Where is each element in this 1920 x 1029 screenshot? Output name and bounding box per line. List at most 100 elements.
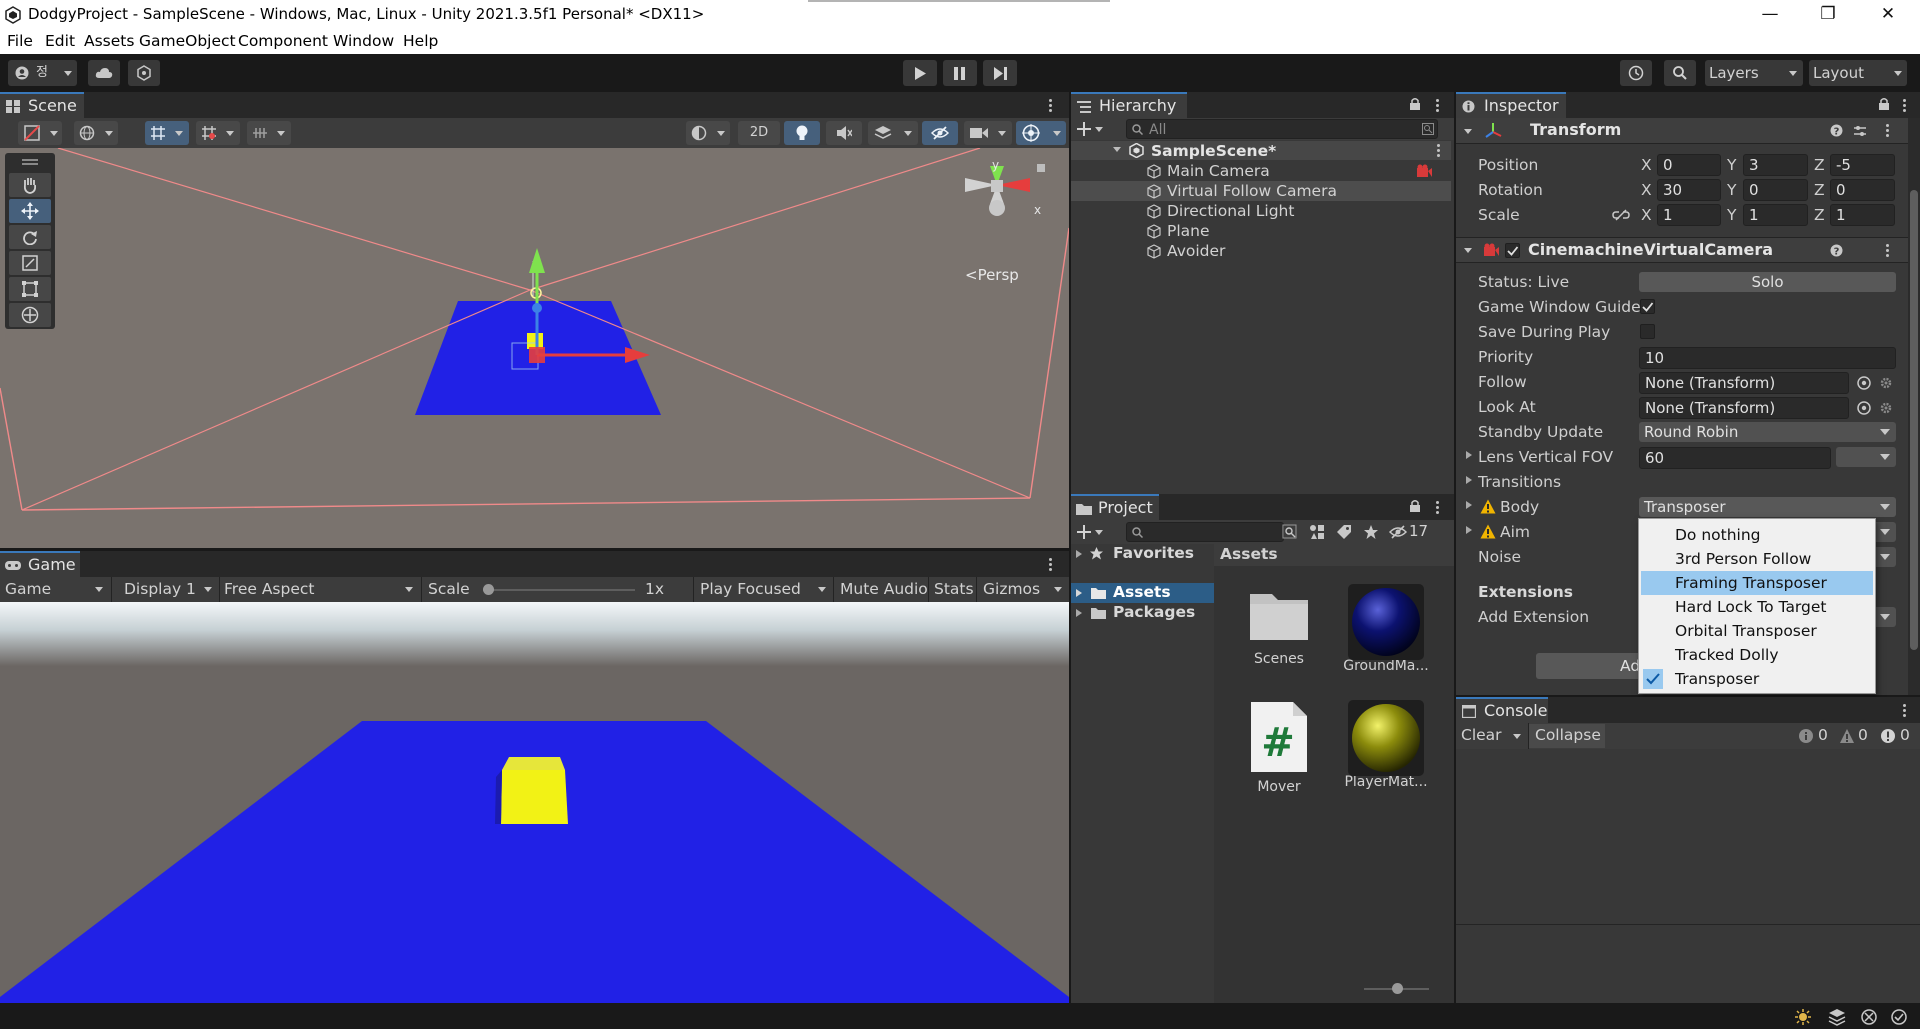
position-x-field[interactable]: 0 <box>1657 154 1721 176</box>
account-dropdown[interactable]: 정 <box>8 60 77 86</box>
lock-icon[interactable] <box>1878 97 1890 111</box>
hierarchy-menu-kebab-icon[interactable] <box>1436 97 1440 114</box>
minimize-button[interactable]: — <box>1742 0 1798 30</box>
rect-tool[interactable] <box>9 277 51 301</box>
menu-gameobject[interactable]: GameObject <box>139 32 236 50</box>
collab-status-icon[interactable] <box>1890 1008 1908 1026</box>
collab-button[interactable] <box>128 60 160 86</box>
constrain-proportions-icon[interactable] <box>1612 208 1630 222</box>
game-menu-kebab-icon[interactable] <box>1049 556 1053 573</box>
transform-tool[interactable] <box>9 303 51 327</box>
play-button[interactable] <box>903 60 937 86</box>
transform-header[interactable]: Transform ? <box>1456 118 1908 144</box>
layout-dropdown[interactable]: Layout <box>1809 60 1907 86</box>
filter-by-label-icon[interactable] <box>1336 524 1352 540</box>
plus-icon[interactable] <box>1077 122 1091 136</box>
console-log-area[interactable] <box>1456 749 1920 1003</box>
hierarchy-item-plane[interactable]: Plane <box>1071 221 1451 241</box>
lighting-status-icon[interactable] <box>1794 1008 1812 1026</box>
hand-tool[interactable] <box>9 173 51 197</box>
lens-preset-dropdown[interactable] <box>1836 447 1896 467</box>
asset-item-playermat[interactable]: PlayerMat... <box>1336 700 1436 790</box>
layers-dropdown[interactable]: Layers <box>1705 60 1803 86</box>
scale-z-field[interactable]: 1 <box>1830 204 1895 226</box>
lens-fov-field[interactable]: 60 <box>1639 447 1831 469</box>
standby-update-dropdown[interactable]: Round Robin <box>1639 422 1896 442</box>
tab-hierarchy[interactable]: Hierarchy <box>1071 92 1187 118</box>
rotate-tool[interactable] <box>9 225 51 249</box>
body-option[interactable]: Tracked Dolly <box>1641 643 1873 667</box>
hierarchy-search[interactable]: All <box>1126 119 1438 139</box>
scene-menu-kebab-icon[interactable] <box>1049 97 1053 114</box>
plus-icon[interactable] <box>1077 525 1091 539</box>
cloud-button[interactable] <box>88 60 120 86</box>
game-view-dropdown[interactable]: Game <box>0 577 110 602</box>
rotation-z-field[interactable]: 0 <box>1830 179 1895 201</box>
menu-help[interactable]: Help <box>403 32 438 50</box>
asset-item-mover[interactable]: # Mover <box>1229 700 1329 795</box>
preset-icon[interactable] <box>1853 124 1867 138</box>
tree-item-assets[interactable]: Assets <box>1071 583 1214 603</box>
project-search[interactable] <box>1126 522 1284 542</box>
close-button[interactable]: ✕ <box>1860 0 1916 30</box>
priority-field[interactable]: 10 <box>1639 347 1896 369</box>
favorites-row[interactable]: Favorites <box>1071 544 1214 564</box>
scene-visibility-toggle[interactable] <box>922 121 958 145</box>
lighting-toggle[interactable] <box>784 121 820 145</box>
search-hierarchy-icon[interactable] <box>1282 524 1298 540</box>
hierarchy-item-avoider[interactable]: Avoider <box>1071 241 1451 261</box>
tab-inspector[interactable]: Inspector <box>1456 92 1566 118</box>
asset-item-groundmat[interactable]: GroundMa... <box>1336 584 1436 674</box>
body-dropdown[interactable]: Transposer <box>1639 497 1896 517</box>
console-split-divider[interactable] <box>1456 924 1920 925</box>
solo-button[interactable]: Solo <box>1639 272 1896 292</box>
scale-x-field[interactable]: 1 <box>1657 204 1721 226</box>
body-option[interactable]: Orbital Transposer <box>1641 619 1873 643</box>
render-mode-dropdown[interactable] <box>686 121 730 145</box>
hierarchy-item-virtual-follow-camera[interactable]: Virtual Follow Camera <box>1071 181 1451 201</box>
scene-row-kebab-icon[interactable] <box>1437 142 1441 159</box>
gear-icon[interactable] <box>1879 376 1893 390</box>
lock-icon[interactable] <box>1409 499 1421 513</box>
tab-scene[interactable]: Scene <box>0 92 84 118</box>
breadcrumb[interactable]: Assets <box>1220 545 1278 563</box>
scale-slider-track[interactable] <box>483 584 635 595</box>
guides-checkbox[interactable] <box>1640 299 1655 314</box>
audio-toggle[interactable] <box>826 121 862 145</box>
scale-y-field[interactable]: 1 <box>1743 204 1808 226</box>
game-viewport[interactable] <box>0 602 1069 1003</box>
collapsed-arrow-icon[interactable] <box>1466 476 1472 484</box>
debug-mode-icon[interactable] <box>1860 1008 1878 1026</box>
console-menu-kebab-icon[interactable] <box>1903 702 1907 719</box>
body-option[interactable]: 3rd Person Follow <box>1641 547 1873 571</box>
gear-icon[interactable] <box>1879 401 1893 415</box>
inspector-menu-kebab-icon[interactable] <box>1903 97 1907 114</box>
menu-assets[interactable]: Assets <box>84 32 134 50</box>
project-menu-kebab-icon[interactable] <box>1436 499 1440 516</box>
collapsed-arrow-icon[interactable] <box>1466 501 1472 509</box>
body-option[interactable]: Do nothing <box>1641 523 1873 547</box>
lock-icon[interactable] <box>1409 97 1421 111</box>
body-option-highlighted[interactable]: Framing Transposer <box>1641 571 1873 595</box>
log-info-icon[interactable] <box>1798 728 1814 744</box>
follow-field[interactable]: None (Transform) <box>1639 372 1849 394</box>
hidden-packages-eye-icon[interactable] <box>1389 525 1407 539</box>
stats-toggle[interactable]: Stats <box>934 577 974 602</box>
align-dropdown[interactable] <box>247 121 291 145</box>
toggle-2d-button[interactable]: 2D <box>738 121 780 145</box>
scene-viewport[interactable]: y x <Persp <box>0 148 1069 548</box>
search-filter-icon[interactable] <box>1422 123 1434 135</box>
gizmos-dropdown[interactable] <box>1016 121 1066 145</box>
object-picker-icon[interactable] <box>1857 401 1871 415</box>
hierarchy-scene-row[interactable]: SampleScene* <box>1071 141 1451 160</box>
clear-button[interactable]: Clear <box>1461 726 1502 744</box>
log-error-icon[interactable] <box>1880 728 1896 744</box>
vcam-header[interactable]: CinemachineVirtualCamera ? <box>1456 237 1908 263</box>
inspector-scrollbar[interactable] <box>1908 118 1920 695</box>
collapse-toggle[interactable]: Collapse <box>1529 724 1605 748</box>
object-picker-icon[interactable] <box>1857 376 1871 390</box>
component-kebab-icon[interactable] <box>1886 122 1890 139</box>
icon-size-slider-thumb[interactable] <box>1392 983 1403 994</box>
help-icon[interactable]: ? <box>1830 244 1843 257</box>
camera-dropdown[interactable] <box>964 121 1012 145</box>
